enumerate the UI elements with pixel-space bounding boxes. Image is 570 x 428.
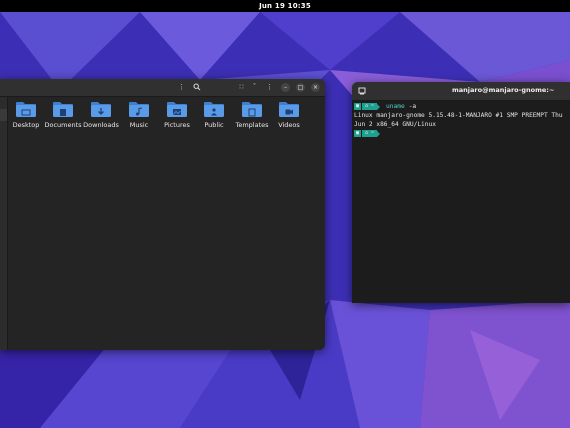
folder-label: Templates — [235, 121, 269, 129]
terminal-output[interactable]: ▣ ⌂ ~ uname -a Linux manjaro-gnome 5.15.… — [354, 102, 568, 138]
close-button[interactable]: × — [311, 83, 320, 92]
main-menu-icon[interactable]: ⋮ — [265, 83, 274, 92]
pictures-folder-icon — [157, 101, 197, 118]
view-grid-icon[interactable]: ∷ — [237, 83, 246, 92]
folder-label: Music — [129, 121, 149, 129]
folder-label: Pictures — [164, 121, 190, 129]
command-arg: -a — [408, 103, 417, 110]
documents-folder-icon — [43, 101, 83, 118]
public-folder-icon — [194, 101, 234, 118]
menu-dots-icon[interactable]: ⋮ — [177, 83, 186, 92]
command-text: uname — [386, 103, 405, 110]
maximize-button[interactable]: □ — [296, 83, 305, 92]
music-folder-icon — [119, 101, 159, 118]
chevron-down-icon[interactable]: ˇ — [250, 83, 259, 92]
clock[interactable]: Jun 19 10:35 — [259, 2, 311, 10]
minimize-button[interactable]: – — [281, 83, 290, 92]
folder-label: Downloads — [83, 121, 119, 129]
prompt-line-current: ▣ ⌂ ~ — [354, 129, 568, 138]
prompt-segment-home: ⌂ ~ — [362, 103, 378, 110]
folder-label: Public — [204, 121, 224, 129]
downloads-folder-icon — [81, 101, 121, 118]
folder-item-videos[interactable]: Videos — [269, 101, 309, 129]
terminal-title: manjaro@manjaro-gnome:~ — [452, 86, 555, 94]
folder-item-downloads[interactable]: Downloads — [81, 101, 121, 129]
terminal-headerbar: manjaro@manjaro-gnome:~ — [352, 82, 570, 101]
templates-folder-icon — [232, 101, 272, 118]
folder-item-desktop[interactable]: Desktop — [6, 101, 46, 129]
files-headerbar: ⋮ ∷ ˇ ⋮ – □ × — [0, 79, 325, 97]
folder-label: Videos — [278, 121, 300, 129]
top-bar: Jun 19 10:35 — [0, 0, 570, 12]
command-output: Linux manjaro-gnome 5.15.48-1-MANJARO #1… — [354, 112, 567, 128]
prompt-arrow-icon — [377, 130, 381, 137]
folder-item-pictures[interactable]: Pictures — [157, 101, 197, 129]
terminal-window: manjaro@manjaro-gnome:~ ▣ ⌂ ~ uname -a L… — [352, 82, 570, 303]
search-icon[interactable] — [192, 83, 201, 92]
prompt-arrow-icon — [377, 103, 381, 110]
videos-folder-icon — [269, 101, 309, 118]
folder-item-music[interactable]: Music — [119, 101, 159, 129]
prompt-segment-terminal: ▣ — [354, 103, 362, 110]
new-tab-icon[interactable] — [357, 87, 366, 96]
folder-label: Documents — [44, 121, 82, 129]
folder-label: Desktop — [12, 121, 40, 129]
prompt-line: ▣ ⌂ ~ uname -a — [354, 102, 568, 111]
folder-item-templates[interactable]: Templates — [232, 101, 272, 129]
prompt-segment-home: ⌂ ~ — [362, 130, 378, 137]
folder-item-documents[interactable]: Documents — [43, 101, 83, 129]
desktop-folder-icon — [6, 101, 46, 118]
files-sidebar — [0, 97, 8, 350]
prompt-segment-terminal: ▣ — [354, 130, 362, 137]
folder-item-public[interactable]: Public — [194, 101, 234, 129]
